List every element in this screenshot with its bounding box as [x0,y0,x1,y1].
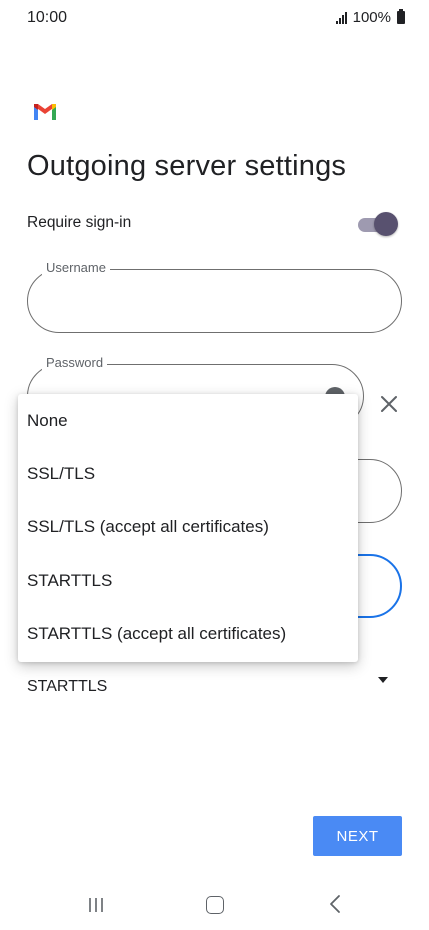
navigation-bar [0,880,429,930]
back-icon[interactable] [326,894,344,914]
username-label: Username [42,260,110,275]
menu-item-starttls[interactable]: STARTTLS [18,554,358,607]
menu-item-none[interactable]: None [18,394,358,447]
require-signin-toggle[interactable] [358,212,398,236]
status-indicators: 100% [335,9,405,26]
require-signin-row: Require sign-in [27,210,402,238]
status-bar: 10:00 100% [0,0,429,36]
home-icon[interactable] [206,896,224,914]
require-signin-label: Require sign-in [27,214,132,231]
next-button[interactable]: NEXT [313,816,402,856]
username-field[interactable]: Username [27,260,402,333]
gmail-logo-icon [34,104,56,120]
dropdown-arrow-icon[interactable] [378,677,388,683]
recent-apps-icon[interactable] [87,896,105,914]
menu-item-ssl-tls[interactable]: SSL/TLS [18,447,358,500]
signal-icon [335,11,347,24]
battery-percent: 100% [352,9,391,26]
status-time: 10:00 [27,9,68,26]
page-title: Outgoing server settings [27,150,347,182]
battery-icon [397,9,405,24]
security-type-selected[interactable]: STARTTLS [27,678,107,696]
menu-item-ssl-tls-accept-all[interactable]: SSL/TLS (accept all certificates) [18,501,358,554]
close-icon[interactable] [378,393,400,415]
menu-item-starttls-accept-all[interactable]: STARTTLS (accept all certificates) [18,608,358,661]
password-label: Password [42,355,108,370]
toggle-thumb [374,212,398,236]
security-type-menu: None SSL/TLS SSL/TLS (accept all certifi… [18,394,358,662]
